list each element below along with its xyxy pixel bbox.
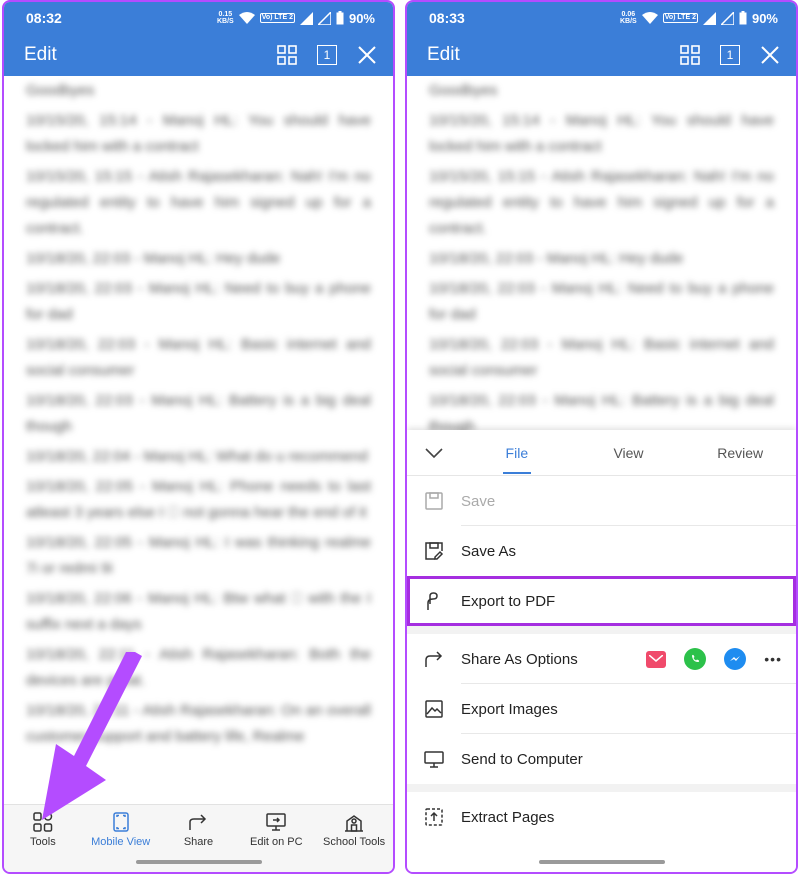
home-indicator <box>538 860 665 864</box>
wifi-icon <box>641 11 658 24</box>
status-time: 08:32 <box>26 10 62 26</box>
battery-icon <box>739 11 747 25</box>
document-paragraph: 10/18/20, 22:06 - Manoj HL: Btw what   w… <box>26 590 371 633</box>
more-options-icon[interactable]: ••• <box>764 651 782 667</box>
volte-badge: Vo) LTE 2 <box>259 13 295 23</box>
export-images-menu-item[interactable]: Export Images <box>407 684 796 734</box>
status-bar: 08:33 0.06 KB/S Vo) LTE 2 90% <box>407 2 796 34</box>
menu-separator <box>407 784 796 792</box>
pointer-arrow-icon <box>42 652 142 820</box>
signal-icon-2 <box>317 11 331 25</box>
signal-icon <box>702 11 716 25</box>
battery-icon <box>336 11 344 25</box>
school-tools-label: School Tools <box>323 836 386 848</box>
signal-icon <box>299 11 313 25</box>
messenger-icon[interactable] <box>724 648 747 670</box>
export-pdf-menu-item[interactable]: Export to PDF <box>407 576 796 626</box>
save-icon <box>425 492 443 510</box>
status-bar: 08:32 0.15 KB/S Vo) LTE 2 90% <box>4 2 393 34</box>
collapse-button[interactable] <box>407 447 461 459</box>
close-icon[interactable] <box>760 45 780 65</box>
network-speed: 0.06 KB/S <box>619 11 637 25</box>
file-menu-sheet: File View Review Save Save As Export to … <box>407 430 796 872</box>
document-paragraph: 10/18/20, 22:03 - Manoj HL: Basic intern… <box>26 336 371 379</box>
document-paragraph: 10/18/20, 22:05 - Manoj HL: Phone needs … <box>26 478 371 521</box>
status-icons: 0.06 KB/S Vo) LTE 2 90% <box>620 11 778 26</box>
share-options-label: Share As Options <box>461 650 578 668</box>
tab-view[interactable]: View <box>573 430 685 476</box>
grid-view-icon[interactable] <box>277 45 297 65</box>
whatsapp-icon[interactable] <box>684 648 707 670</box>
document-paragraph: 10/15/20, 15:15 - Atish Rajasekharan: Na… <box>429 168 774 237</box>
save-as-label: Save As <box>461 542 517 560</box>
document-paragraph: 10/18/20, 22:03 - Manoj HL: Basic intern… <box>429 336 774 379</box>
computer-icon <box>424 751 444 768</box>
document-paragraph: Goodbyes <box>429 82 498 99</box>
send-to-computer-menu-item[interactable]: Send to Computer <box>407 734 796 784</box>
status-icons: 0.15 KB/S Vo) LTE 2 90% <box>217 11 375 26</box>
page-number-button[interactable]: 1 <box>720 45 740 65</box>
save-as-icon <box>425 542 444 560</box>
document-paragraph: 10/18/20, 22:03 - Manoj HL: Battery is a… <box>26 392 371 435</box>
share-icon <box>425 651 443 667</box>
edit-on-pc-tab[interactable]: Edit on PC <box>237 811 315 848</box>
edit-on-pc-icon <box>266 813 287 831</box>
share-options-menu-item[interactable]: Share As Options ••• <box>407 634 796 684</box>
school-icon <box>345 815 364 832</box>
mobile-view-label: Mobile View <box>91 836 151 848</box>
document-paragraph: 10/18/20, 22:03 - Manoj HL: Need to buy … <box>429 280 774 323</box>
page-number: 1 <box>726 48 734 62</box>
network-speed: 0.15 KB/S <box>216 11 234 25</box>
share-icon <box>189 814 207 830</box>
page-title: Edit <box>427 44 460 65</box>
page-number-button[interactable]: 1 <box>317 45 337 65</box>
status-time: 08:33 <box>429 10 465 26</box>
battery-level: 90% <box>751 10 778 26</box>
document-paragraph: 10/18/20, 22:03 - Manoj HL: Hey dude <box>26 250 281 267</box>
pdf-icon <box>427 592 438 610</box>
grid-view-icon[interactable] <box>680 45 700 65</box>
page-number: 1 <box>323 48 331 62</box>
save-as-menu-item[interactable]: Save As <box>407 526 796 576</box>
page-title: Edit <box>24 44 57 65</box>
export-images-label: Export Images <box>461 700 558 718</box>
school-tools-tab[interactable]: School Tools <box>315 811 393 848</box>
document-paragraph: 10/15/20, 15:14 - Manoj HL: You should h… <box>26 112 371 155</box>
extract-pages-label: Extract Pages <box>461 808 555 826</box>
menu-separator <box>407 626 796 634</box>
share-label: Share <box>183 836 214 848</box>
extract-pages-icon <box>425 808 443 826</box>
share-tab[interactable]: Share <box>160 811 238 848</box>
save-label: Save <box>461 492 496 510</box>
document-paragraph: 10/18/20, 22:03 - Manoj HL: Hey dude <box>429 250 684 267</box>
extract-pages-menu-item[interactable]: Extract Pages <box>407 792 796 842</box>
document-paragraph: 10/15/20, 15:15 - Atish Rajasekharan: Na… <box>26 168 371 237</box>
edit-on-pc-label: Edit on PC <box>249 836 303 848</box>
email-share-icon[interactable] <box>646 650 667 668</box>
app-bar: Edit 1 <box>407 34 796 76</box>
menu-tabs: File View Review <box>407 430 796 476</box>
image-icon <box>425 700 443 718</box>
document-paragraph: Goodbyes <box>26 82 95 99</box>
document-paragraph: 10/18/20, 22:03 - Manoj HL: Need to buy … <box>26 280 371 323</box>
wifi-icon <box>238 11 255 24</box>
app-bar: Edit 1 <box>4 34 393 76</box>
home-indicator <box>135 860 262 864</box>
tab-file[interactable]: File <box>461 430 573 476</box>
document-paragraph: 10/18/20, 22:05 - Manoj HL: I was thinki… <box>26 534 371 577</box>
tools-label: Tools <box>30 836 56 848</box>
document-paragraph: 10/15/20, 15:14 - Manoj HL: You should h… <box>429 112 774 155</box>
document-paragraph: 10/18/20, 22:04 - Manoj HL: What do u re… <box>26 448 368 465</box>
save-menu-item[interactable]: Save <box>407 476 796 526</box>
close-icon[interactable] <box>357 45 377 65</box>
chevron-down-icon <box>425 447 443 458</box>
battery-level: 90% <box>348 10 375 26</box>
volte-badge: Vo) LTE 2 <box>662 13 698 23</box>
tab-review[interactable]: Review <box>684 430 796 476</box>
signal-icon-2 <box>720 11 734 25</box>
phone-screen-right: 08:33 0.06 KB/S Vo) LTE 2 90% Edit 1 Good… <box>405 0 798 874</box>
send-to-computer-label: Send to Computer <box>461 750 583 768</box>
phone-screen-left: 08:32 0.15 KB/S Vo) LTE 2 90% Edit 1 Good… <box>2 0 395 874</box>
export-pdf-label: Export to PDF <box>461 592 556 610</box>
